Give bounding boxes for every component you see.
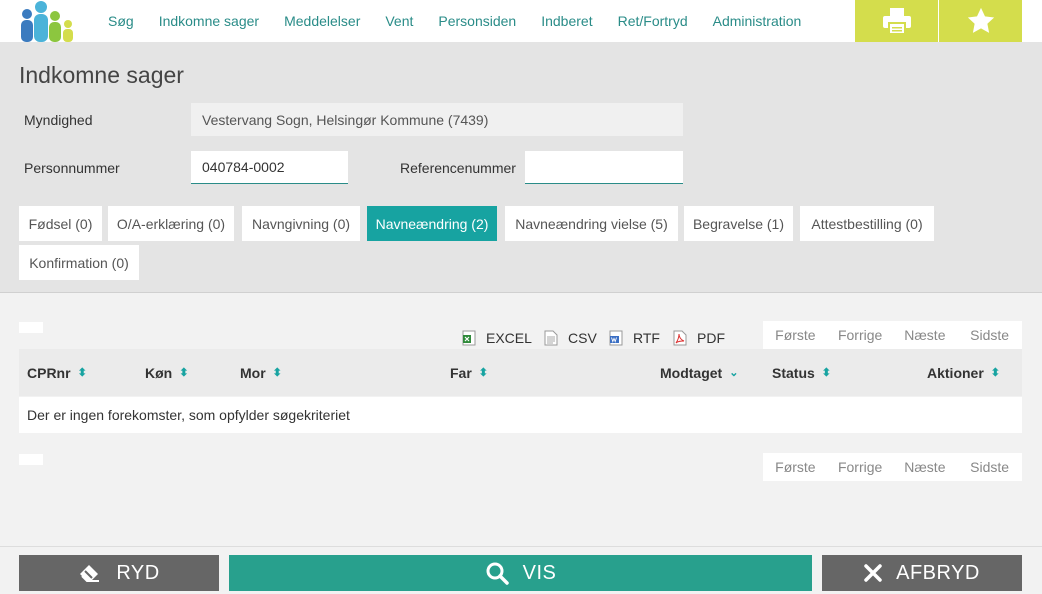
pdf-icon (673, 330, 687, 346)
clear-button-label: RYD (116, 561, 160, 584)
export-excel[interactable]: EXCEL (462, 329, 532, 347)
cpr-input[interactable]: 040784-0002 (191, 151, 348, 184)
cancel-button-label: AFBRYD (896, 561, 980, 584)
cpr-label: Personnummer (24, 160, 120, 176)
pager-first[interactable]: Første (763, 327, 828, 343)
col-status-label: Status (772, 364, 815, 381)
excel-icon (462, 330, 476, 346)
pager-last[interactable]: Sidste (957, 327, 1022, 343)
col-aktioner[interactable]: Aktioner ⬍ (927, 349, 1000, 396)
clear-button[interactable]: RYD (19, 555, 219, 591)
pager-next[interactable]: Næste (893, 327, 958, 343)
pager-top: Første Forrige Næste Sidste (763, 321, 1022, 349)
tab-begravelse[interactable]: Begravelse (1) (684, 206, 793, 241)
sort-icon: ⬍ (821, 367, 832, 379)
tab-navneaendring[interactable]: Navneændring (2) (367, 206, 497, 241)
top-navigation: Søg Indkomne sager Meddelelser Vent Pers… (0, 0, 1042, 42)
printer-icon (882, 8, 911, 35)
col-aktioner-label: Aktioner (927, 364, 984, 381)
nav-vent[interactable]: Vent (385, 13, 413, 29)
pager-next[interactable]: Næste (893, 459, 958, 475)
search-panel: Indkomne sager Myndighed Vestervang Sogn… (0, 42, 1042, 293)
nav-personsiden[interactable]: Personsiden (438, 13, 516, 29)
tab-attestbestilling[interactable]: Attestbestilling (0) (800, 206, 934, 241)
authority-field: Vestervang Sogn, Helsingør Kommune (7439… (191, 103, 683, 136)
nav-ret-fortryd[interactable]: Ret/Fortryd (618, 13, 688, 29)
col-modtaget-label: Modtaget (660, 364, 723, 381)
rtf-icon (609, 330, 623, 346)
col-mor[interactable]: Mor ⬍ (240, 349, 282, 396)
pager-last[interactable]: Sidste (957, 459, 1022, 475)
sort-icon: ⬍ (990, 367, 1001, 379)
cancel-button[interactable]: AFBRYD (822, 555, 1022, 591)
nav-indkomne-sager[interactable]: Indkomne sager (159, 13, 259, 29)
close-icon (864, 564, 882, 582)
show-button[interactable]: VIS (229, 555, 812, 591)
sort-icon: ⬍ (272, 367, 282, 379)
nav-meddelelser[interactable]: Meddelelser (284, 13, 360, 29)
col-modtaget[interactable]: Modtaget ⌄ (660, 349, 738, 396)
empty-message: Der er ingen forekomster, som opfylder s… (19, 397, 1022, 433)
table-header: CPRnr ⬍ Køn ⬍ Mor ⬍ Far ⬍ Modtaget ⌄ Status ⬍ … (19, 349, 1022, 396)
col-far-label: Far (450, 364, 472, 381)
show-button-label: VIS (522, 561, 557, 584)
col-kon[interactable]: Køn ⬍ (145, 349, 188, 396)
export-rtf[interactable]: RTF (609, 329, 660, 347)
tab-navngivning[interactable]: Navngivning (0) (242, 206, 360, 241)
export-excel-label: EXCEL (486, 330, 532, 346)
pager-bottom: Første Forrige Næste Sidste (763, 453, 1022, 481)
pager-previous[interactable]: Forrige (828, 459, 893, 475)
csv-icon (544, 330, 558, 346)
col-status[interactable]: Status ⬍ (772, 349, 831, 396)
authority-label: Myndighed (24, 112, 93, 128)
reference-input[interactable] (525, 151, 683, 184)
star-icon (967, 7, 994, 33)
pager-first[interactable]: Første (763, 459, 828, 475)
footer-bar: RYD VIS AFBRYD (0, 546, 1042, 594)
tab-konfirmation[interactable]: Konfirmation (0) (19, 245, 139, 280)
col-cprnr[interactable]: CPRnr ⬍ (27, 349, 87, 396)
nav-sog[interactable]: Søg (108, 13, 134, 29)
page-size-box-top[interactable] (19, 322, 43, 333)
pager-previous[interactable]: Forrige (828, 327, 893, 343)
col-far[interactable]: Far ⬍ (450, 349, 488, 396)
eraser-icon (78, 563, 102, 583)
tab-oa-erklaering[interactable]: O/A-erklæring (0) (108, 206, 234, 241)
nav-administration[interactable]: Administration (713, 13, 802, 29)
export-pdf[interactable]: PDF (673, 329, 725, 347)
col-kon-label: Køn (145, 364, 173, 381)
sort-icon: ⬍ (77, 367, 87, 379)
favorite-button[interactable] (939, 0, 1022, 42)
col-mor-label: Mor (240, 364, 266, 381)
export-pdf-label: PDF (697, 330, 725, 346)
col-cprnr-label: CPRnr (27, 364, 71, 381)
page-size-box-bottom[interactable] (19, 454, 43, 465)
export-csv[interactable]: CSV (544, 329, 597, 347)
sort-icon: ⬍ (478, 367, 489, 379)
reference-label: Referencenummer (400, 160, 516, 176)
tab-navneaendring-vielse[interactable]: Navneændring vielse (5) (505, 206, 678, 241)
export-csv-label: CSV (568, 330, 597, 346)
family-logo-icon[interactable] (18, 0, 76, 42)
print-button[interactable] (855, 0, 938, 42)
sort-icon: ⬍ (179, 367, 189, 379)
page-title: Indkomne sager (19, 62, 184, 88)
nav-indberet[interactable]: Indberet (541, 13, 592, 29)
export-rtf-label: RTF (633, 330, 660, 346)
tab-fodsel[interactable]: Fødsel (0) (19, 206, 102, 241)
sort-desc-icon: ⌄ (729, 367, 739, 379)
search-icon (485, 561, 509, 585)
